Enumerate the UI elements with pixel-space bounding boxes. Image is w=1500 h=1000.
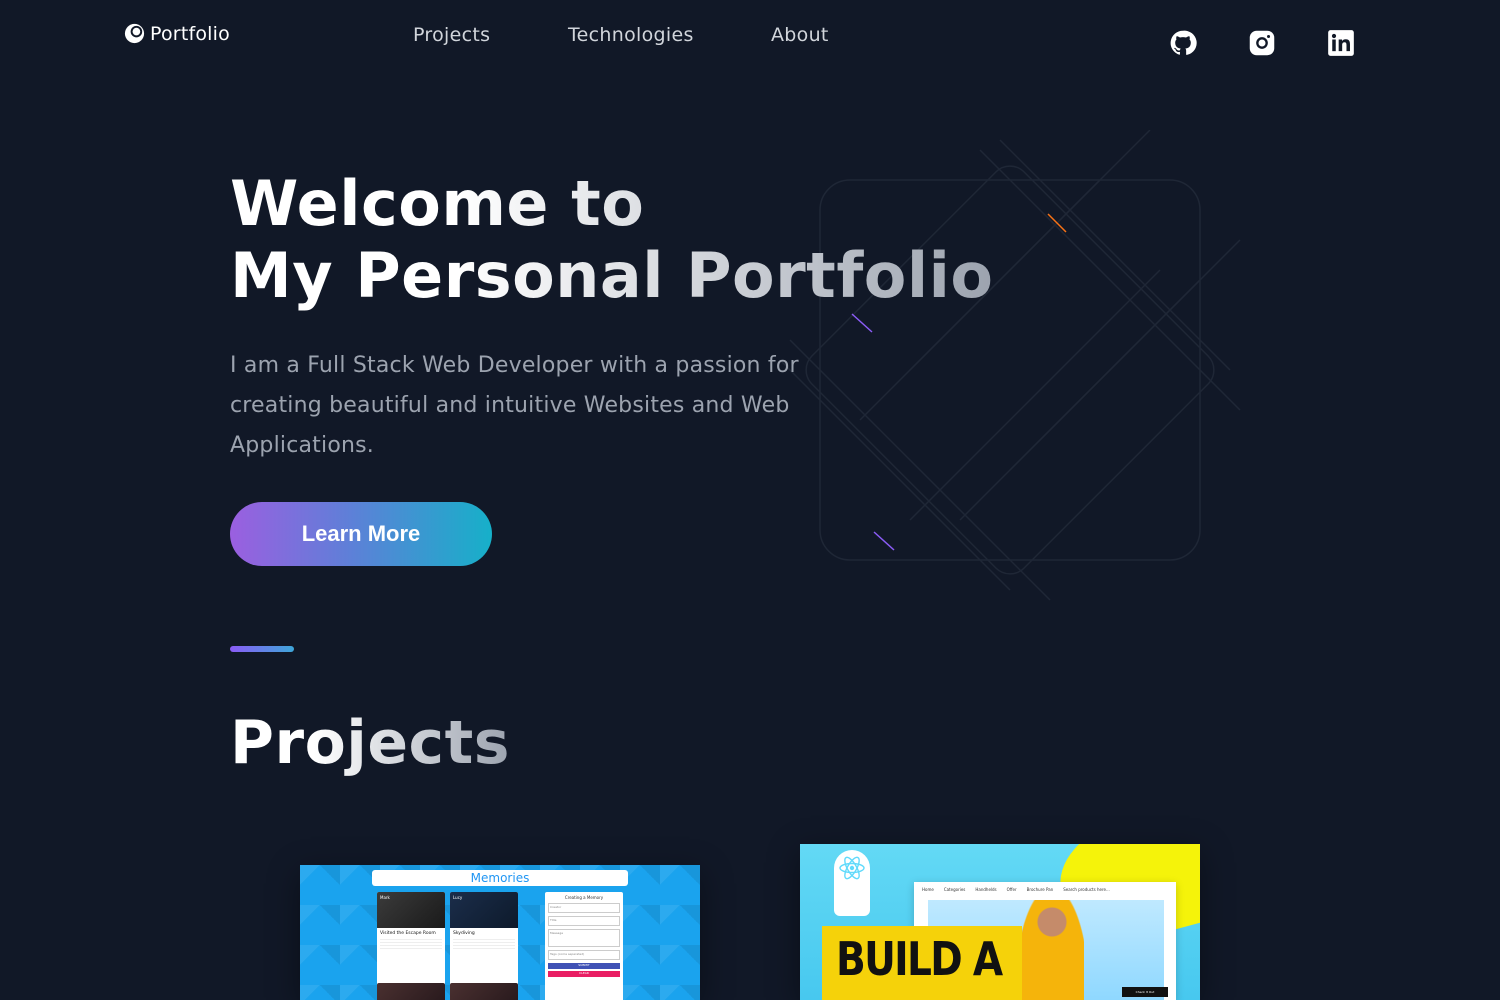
form-submit: SUBMIT [548, 963, 620, 969]
post-author: Mark [380, 895, 390, 900]
learn-more-button[interactable]: Learn More [230, 502, 492, 566]
project-card-build[interactable]: Home Categories Handhelds Offer Brochure… [800, 844, 1200, 1000]
model-image [1020, 900, 1084, 1000]
instagram-link[interactable] [1248, 29, 1276, 57]
mockup-nav-item: Home [922, 886, 934, 892]
nav-link-projects[interactable]: Projects [413, 24, 490, 46]
post-author: Lucy [453, 895, 463, 900]
post-title: Visited the Escape Room [380, 931, 436, 936]
memories-form: Creating a Memory Creator Title Message … [545, 892, 623, 1000]
form-title: Creating a Memory [564, 895, 604, 900]
hero-title: Welcome to My Personal Portfolio [230, 168, 994, 312]
post-title: Skydiving [453, 931, 475, 936]
nav-link-technologies[interactable]: Technologies [568, 24, 694, 46]
mockup-cta: Check It Out [1122, 987, 1168, 997]
memories-app-title: Memories [372, 870, 628, 886]
portfolio-logo-icon [124, 23, 145, 44]
mockup-search: Search products here... [1063, 886, 1110, 892]
section-divider [230, 646, 294, 652]
post-text-lines [453, 939, 515, 951]
post-image: Mark [377, 892, 445, 928]
form-field-creator: Creator [548, 903, 620, 913]
projects-section-title: Projects [230, 708, 511, 778]
mockup-nav-item: Categories [943, 886, 966, 892]
top-nav: Portfolio Projects Technologies About [0, 0, 1500, 80]
mockup-nav-item: Brochure Pan [1026, 886, 1054, 892]
react-icon [839, 856, 865, 880]
post-text-lines [380, 939, 442, 951]
react-logo-badge [834, 850, 870, 916]
instagram-icon [1249, 30, 1275, 56]
post-image: Lucy [450, 892, 518, 928]
brand-label: Portfolio [150, 22, 230, 45]
github-link[interactable] [1169, 29, 1197, 57]
hero-title-line-2: My Personal Portfolio [230, 239, 994, 312]
project-card-memories[interactable]: Memories Mark Visited the Escape Room Lu… [300, 865, 700, 1000]
mockup-nav-item: Handhelds [975, 886, 997, 892]
build-headline: BUILD A [836, 932, 1003, 986]
linkedin-icon [1328, 30, 1354, 56]
memories-post-card [450, 983, 518, 1000]
linkedin-link[interactable] [1327, 29, 1355, 57]
form-field-tags: Tags (coma separated) [548, 950, 620, 960]
brand-logo[interactable]: Portfolio [123, 22, 230, 45]
form-field-title: Title [548, 916, 620, 926]
mockup-navbar: Home Categories Handhelds Offer Brochure… [914, 882, 1176, 896]
form-field-message: Message [548, 929, 620, 947]
nav-link-about[interactable]: About [771, 24, 829, 46]
memories-post-card [377, 983, 445, 1000]
hero-description: I am a Full Stack Web Developer with a p… [230, 353, 799, 458]
mockup-nav-item: Offer [1006, 886, 1017, 892]
hero-title-line-1: Welcome to [230, 168, 994, 240]
github-icon [1170, 30, 1197, 55]
form-clear: CLEAR [548, 971, 620, 977]
